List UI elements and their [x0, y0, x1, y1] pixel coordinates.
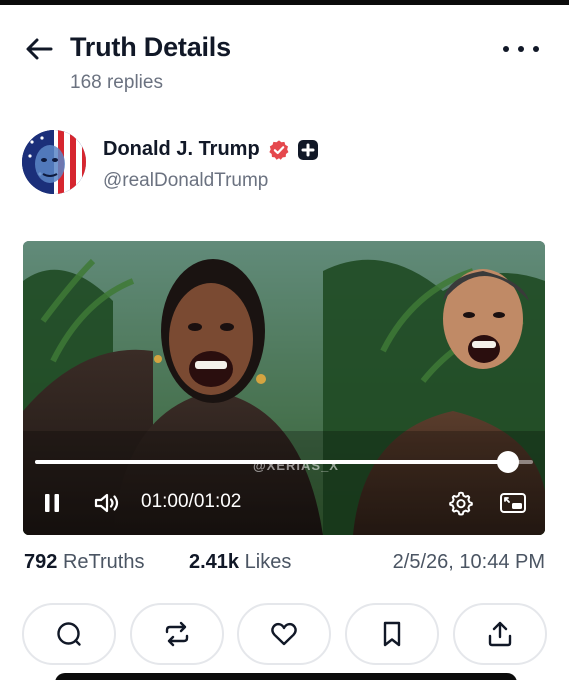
- action-bar: [22, 603, 548, 667]
- likes-stat[interactable]: 2.41k Likes: [189, 551, 291, 574]
- post-timestamp: 2/5/26, 10:44 PM: [392, 551, 545, 573]
- arrow-left-icon: [26, 38, 53, 60]
- video-progress-fill: [35, 460, 509, 464]
- volume-icon: [94, 493, 119, 513]
- author-handle[interactable]: @realDonaldTrump: [103, 170, 268, 192]
- pause-icon: [45, 494, 59, 512]
- author-name-text: Donald J. Trump: [103, 138, 260, 160]
- video-progress-thumb[interactable]: [497, 451, 520, 473]
- retruth-button[interactable]: [130, 603, 224, 665]
- retruth-icon: [165, 621, 189, 647]
- retruths-stat[interactable]: 792 ReTruths: [24, 551, 144, 574]
- video-duration: 01:02: [193, 491, 242, 512]
- share-icon: [488, 621, 512, 647]
- video-current-time: 01:00: [141, 491, 189, 512]
- like-button[interactable]: [237, 603, 331, 665]
- likes-count: 2.41k: [189, 551, 240, 573]
- author-name[interactable]: Donald J. Trump: [103, 138, 318, 161]
- replies-count: 168 replies: [70, 72, 163, 93]
- author-info: Donald J. Trump @realDonaldTrump: [22, 130, 542, 196]
- likes-label: Likes: [244, 551, 292, 573]
- retruths-count: 792: [24, 551, 58, 573]
- video-time: 01:00/01:02: [141, 491, 241, 513]
- more-horizontal-icon: [503, 46, 509, 52]
- settings-gear-icon: [449, 491, 473, 516]
- bookmark-icon: [383, 621, 401, 647]
- share-button[interactable]: [453, 603, 547, 665]
- heart-icon: [271, 622, 297, 646]
- picture-in-picture-icon: [500, 493, 526, 513]
- plus-badge-icon: [297, 139, 318, 160]
- bookmark-button[interactable]: [345, 603, 439, 665]
- volume-button[interactable]: [93, 490, 121, 516]
- header: Truth Details 168 replies: [0, 22, 569, 102]
- post-stats: 792 ReTruths 2.41k Likes 2/5/26, 10:44 P…: [24, 551, 546, 579]
- video-player[interactable]: @XERIAS_X 01:00/01:02: [23, 241, 545, 535]
- avatar[interactable]: [22, 130, 86, 194]
- retruths-label: ReTruths: [62, 551, 145, 573]
- back-button[interactable]: [24, 34, 54, 64]
- picture-in-picture-button[interactable]: [499, 490, 527, 516]
- pause-button[interactable]: [43, 490, 61, 516]
- video-progress-bar[interactable]: [35, 451, 533, 473]
- page-title: Truth Details: [70, 32, 231, 62]
- more-options-button[interactable]: [503, 36, 539, 62]
- video-settings-button[interactable]: [448, 490, 474, 516]
- status-bar-edge: [0, 0, 569, 5]
- reply-icon: [57, 622, 81, 646]
- verified-badge-icon: [269, 139, 289, 160]
- reply-button[interactable]: [22, 603, 116, 665]
- bottom-sheet-edge: [55, 673, 517, 680]
